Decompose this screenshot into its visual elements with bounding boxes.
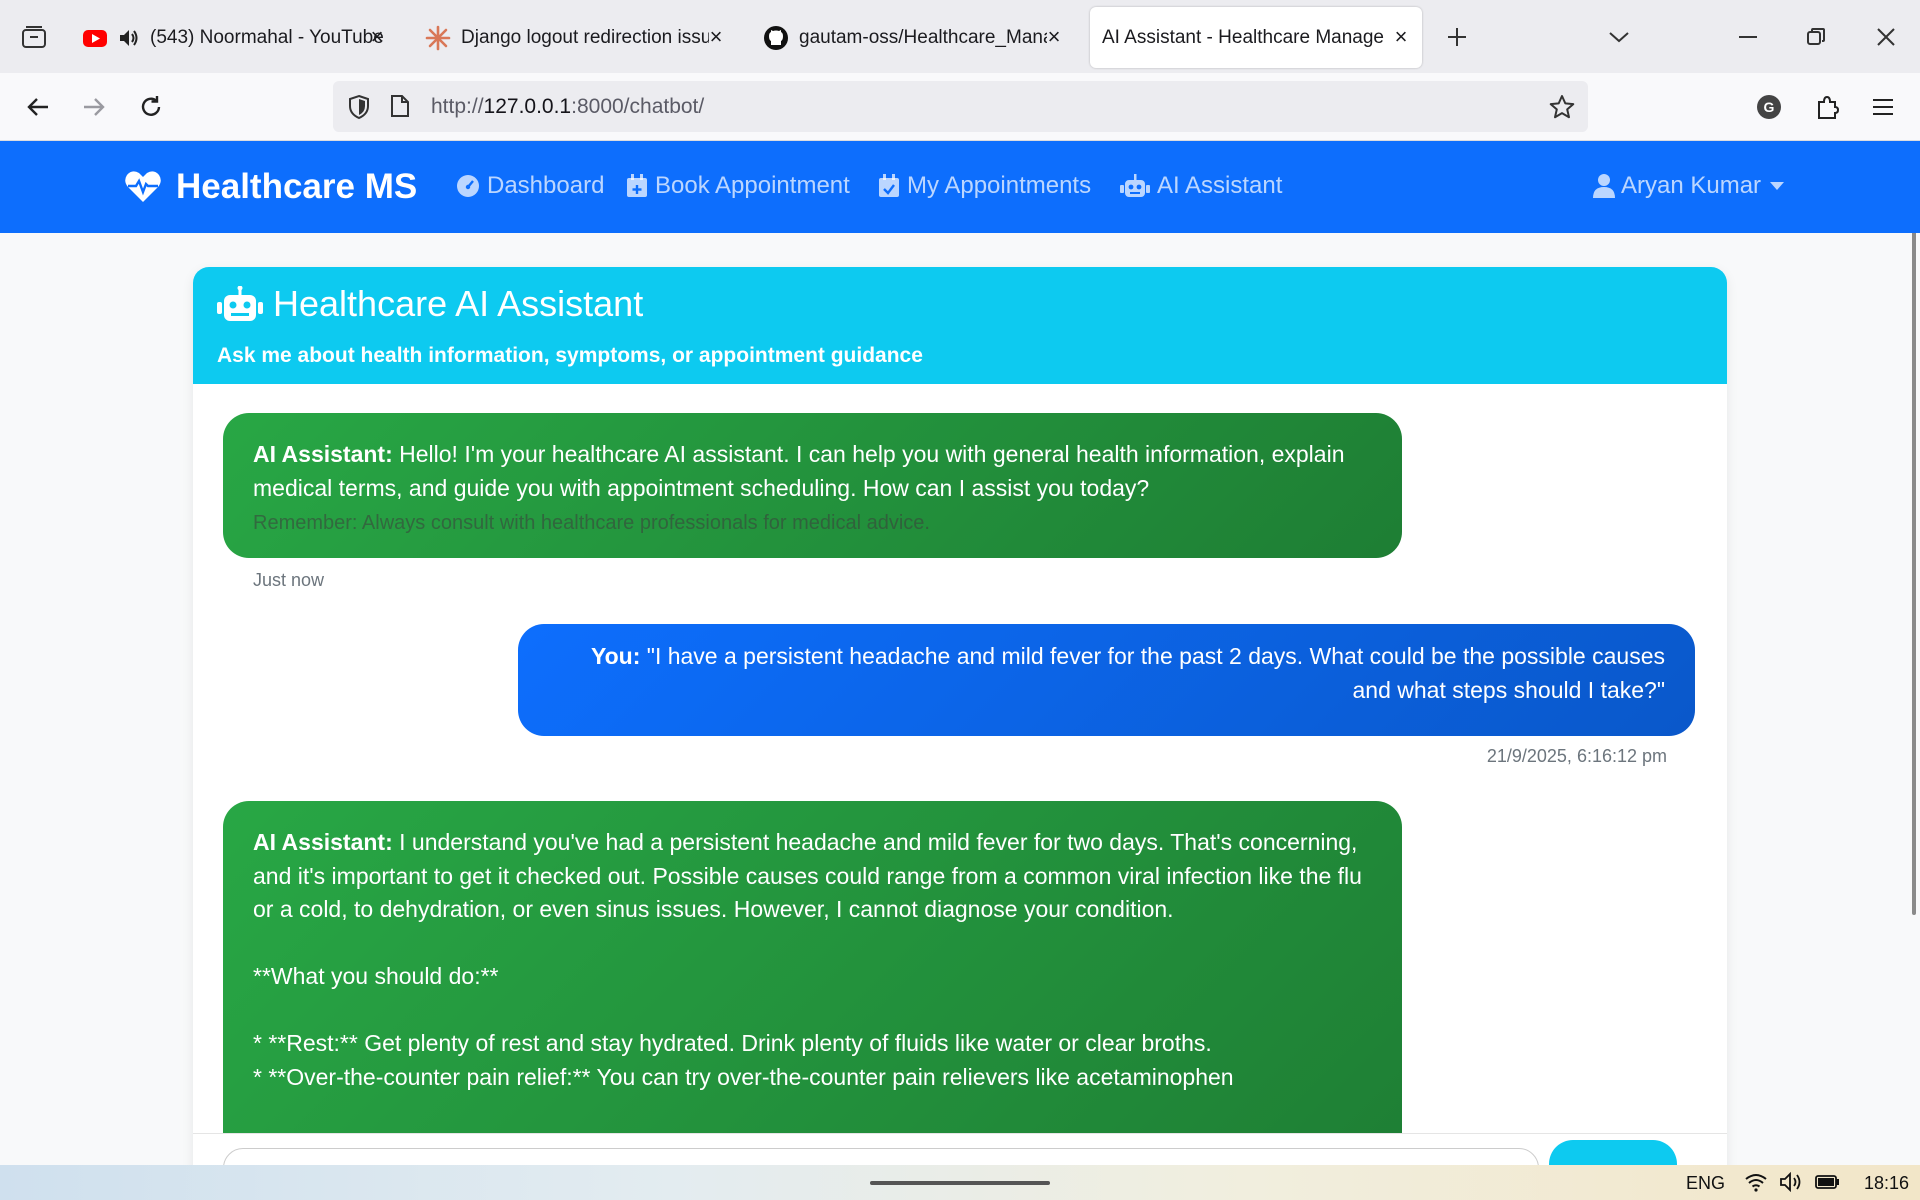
brand-link[interactable]: Healthcare MS xyxy=(124,167,417,207)
ai-message: AI Assistant: Hello! I'm your healthcare… xyxy=(223,413,1402,558)
wifi-icon[interactable] xyxy=(1744,1172,1768,1192)
tab-overview-icon[interactable] xyxy=(17,20,51,54)
close-icon[interactable]: × xyxy=(705,26,727,48)
tab-django[interactable]: Django logout redirection issue × xyxy=(425,7,737,68)
url-path: :8000/chatbot/ xyxy=(571,95,705,118)
page-info-icon[interactable] xyxy=(390,94,410,118)
os-taskbar: ENG 18:16 xyxy=(0,1165,1920,1200)
volume-icon[interactable] xyxy=(1779,1172,1805,1192)
calendar-plus-icon xyxy=(627,174,647,197)
robot-icon xyxy=(1120,174,1150,197)
close-icon[interactable]: × xyxy=(1043,26,1065,48)
brand-text: Healthcare MS xyxy=(176,167,418,206)
minimize-icon[interactable] xyxy=(1731,20,1765,54)
nav-my-appointments[interactable]: My Appointments xyxy=(878,172,1091,200)
close-window-icon[interactable] xyxy=(1869,20,1903,54)
shield-icon[interactable] xyxy=(347,94,371,120)
speaker-icon[interactable] xyxy=(118,27,140,49)
message-text: Hello! I'm your healthcare AI assistant.… xyxy=(253,441,1345,501)
claude-icon xyxy=(425,25,451,50)
message-timestamp: 21/9/2025, 6:16:12 pm xyxy=(1486,746,1667,766)
reload-icon[interactable] xyxy=(132,88,170,126)
user-name: Aryan Kumar xyxy=(1621,172,1762,199)
youtube-icon xyxy=(83,29,107,47)
tab-title: (543) Noormahal - YouTube xyxy=(150,26,384,48)
message-sender: AI Assistant: xyxy=(253,441,393,467)
nav-label: AI Assistant xyxy=(1157,172,1283,199)
nav-label: Dashboard xyxy=(487,172,605,199)
tab-github[interactable]: gautam-oss/Healthcare_Manag × xyxy=(763,7,1075,68)
new-tab-icon[interactable] xyxy=(1440,20,1474,54)
bookmark-star-icon[interactable] xyxy=(1549,94,1575,120)
user-icon xyxy=(1593,174,1615,198)
clock[interactable]: 18:16 xyxy=(1864,1173,1909,1194)
gauge-icon xyxy=(457,175,479,197)
nav-ai-assistant[interactable]: AI Assistant xyxy=(1120,172,1282,200)
tab-youtube[interactable]: (543) Noormahal - YouTube × xyxy=(82,7,398,68)
tab-list-chevron-icon[interactable] xyxy=(1602,20,1636,54)
send-button[interactable] xyxy=(1549,1140,1677,1165)
chat-title: Healthcare AI Assistant xyxy=(217,283,643,325)
url-text[interactable]: http://127.0.0.1:8000/chatbot/ xyxy=(431,95,704,119)
account-avatar-icon[interactable]: G xyxy=(1750,88,1788,126)
navigation-toolbar: http://127.0.0.1:8000/chatbot/ G xyxy=(0,73,1920,141)
language-indicator[interactable]: ENG xyxy=(1686,1173,1725,1194)
tab-title: AI Assistant - Healthcare Manageme xyxy=(1102,26,1384,48)
message-text: "I have a persistent headache and mild f… xyxy=(646,643,1665,703)
restore-icon[interactable] xyxy=(1799,20,1833,54)
tab-title: gautam-oss/Healthcare_Manag xyxy=(799,26,1047,48)
close-icon[interactable]: × xyxy=(1390,26,1412,48)
chat-card-header: Healthcare AI Assistant Ask me about hea… xyxy=(193,267,1727,384)
chat-title-text: Healthcare AI Assistant xyxy=(273,283,644,324)
nav-label: My Appointments xyxy=(907,172,1092,199)
chat-subtitle: Ask me about health information, symptom… xyxy=(217,344,923,367)
disclaimer-note: Remember: Always consult with healthcare… xyxy=(253,512,930,534)
calendar-check-icon xyxy=(879,174,899,197)
nav-book-appointment[interactable]: Book Appointment xyxy=(626,172,850,200)
url-host: 127.0.0.1 xyxy=(483,95,572,118)
chat-card: Healthcare AI Assistant Ask me about hea… xyxy=(193,267,1727,1165)
taskbar-handle[interactable] xyxy=(870,1181,1050,1185)
robot-icon xyxy=(217,286,263,321)
page-content: Healthcare AI Assistant Ask me about hea… xyxy=(0,233,1920,1165)
svg-text:G: G xyxy=(1764,99,1775,115)
browser-tab-strip: (543) Noormahal - YouTube × Django logou… xyxy=(0,0,1920,73)
battery-icon[interactable] xyxy=(1815,1173,1841,1191)
message-sender: You: xyxy=(590,643,641,669)
message-input[interactable] xyxy=(223,1148,1539,1165)
address-bar[interactable]: http://127.0.0.1:8000/chatbot/ xyxy=(333,81,1588,132)
page-scrollbar[interactable] xyxy=(1912,233,1916,915)
message-timestamp: Just now xyxy=(253,570,325,590)
message-sender: AI Assistant: xyxy=(253,829,393,855)
url-scheme: http:// xyxy=(431,95,484,118)
chat-input-area xyxy=(193,1133,1727,1165)
caret-down-icon xyxy=(1770,182,1785,190)
forward-arrow-icon[interactable] xyxy=(75,88,113,126)
user-message: You: "I have a persistent headache and m… xyxy=(518,624,1695,736)
user-dropdown[interactable]: Aryan Kumar xyxy=(1593,172,1785,200)
heartbeat-icon xyxy=(125,171,161,202)
back-arrow-icon[interactable] xyxy=(19,88,57,126)
extensions-icon[interactable] xyxy=(1808,88,1846,126)
github-icon xyxy=(764,25,788,50)
nav-dashboard[interactable]: Dashboard xyxy=(456,172,604,200)
close-icon[interactable]: × xyxy=(366,26,388,48)
ai-message: AI Assistant: I understand you've had a … xyxy=(223,801,1402,1165)
message-text: I understand you've had a persistent hea… xyxy=(253,829,1362,1090)
tab-title: Django logout redirection issue xyxy=(461,26,709,48)
nav-label: Book Appointment xyxy=(655,172,850,199)
app-navbar: Healthcare MS Dashboard Book Appointment… xyxy=(0,141,1920,233)
menu-hamburger-icon[interactable] xyxy=(1864,88,1902,126)
tab-ai-assistant[interactable]: AI Assistant - Healthcare Manageme × xyxy=(1090,7,1422,68)
